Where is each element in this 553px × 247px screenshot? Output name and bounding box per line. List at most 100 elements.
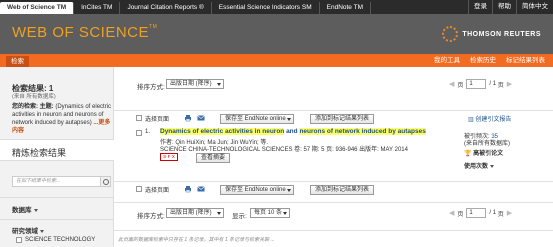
chevron-down-icon [40,229,44,233]
save-endnote-button[interactable]: 保存至 EndNote online [220,114,294,124]
save-endnote-label: 保存至 EndNote online [225,116,286,122]
usage-count[interactable]: 使用次数 [464,161,495,170]
help-link[interactable]: 帮助 [492,0,516,14]
research-area-filter[interactable]: 研究领域 [12,225,44,235]
page-label-bottom: 页 [457,211,464,218]
select-page-checkbox-bottom[interactable] [136,186,142,192]
refine-title: 精炼检索结果 [12,148,67,158]
select-page-label-bottom: 选择页面 [145,188,170,194]
pager-top: ◀ 页 1 / 1 页 ▶ [446,79,515,89]
page-input[interactable]: 1 [466,79,487,89]
chevron-down-icon [490,164,495,168]
header-banner: WEB OF SCIENCETM THOMSON REUTERS [0,14,553,54]
sort-label-bottom: 排序方式: [137,213,165,220]
divider [0,219,114,220]
thomson-reuters-logo: THOMSON REUTERS [442,26,541,42]
top-navigation: Web of Science TM InCites TM Journal Cit… [0,0,553,14]
record-checkbox[interactable] [136,130,142,136]
divider [0,197,114,198]
page-of: / [489,81,492,87]
print-icon[interactable] [184,185,192,193]
login-link[interactable]: 登录 [468,0,492,14]
sort-value: 出版日期 (降序) [170,81,212,87]
page-total: 1 [492,81,497,87]
footer-note-text: 此页面的数据库检索中只存在 1 条记录。其中有 1 条记录与检索关联 ... [118,237,275,243]
sub-navigation: 检索 我的工具 检索历史 标记结果列表 [0,54,553,67]
database-label: 数据库 [12,207,32,214]
query-label: 您的检索: 主题: [12,104,54,110]
top-right-links: 登录 帮助 简体中文 [468,0,553,14]
trophy-icon: 🏆 [464,151,472,157]
refine-search-input[interactable]: 在如下结果中检索... [12,176,102,187]
add-to-marked-list-button-bottom[interactable]: 添加到标记结果列表 [310,185,375,195]
pager-bottom: ◀ 页 1 / 1 页 ▶ [446,208,515,218]
create-citation-report[interactable]: ▥ 创建引文报告 [468,114,511,123]
results-main: 排序方式: 出版日期 (降序) ◀ 页 1 / 1 页 ▶ 选择页面 保存至 E… [114,67,553,247]
tab-endnote[interactable]: EndNote TM [320,2,371,14]
prev-page-icon[interactable]: ◀ [449,209,454,217]
sort-bar-bottom: 排序方式: 出版日期 (降序) 显示: 每页 10 条 ◀ 页 1 / 1 页 … [114,202,553,224]
add-marked-label-bottom: 添加到标记结果列表 [315,187,370,193]
email-icon[interactable] [197,114,205,122]
highly-cited-badge[interactable]: 🏆 高被引论文 [464,148,503,157]
sort-bar: 排序方式: 出版日期 (降序) ◀ 页 1 / 1 页 ▶ [114,76,553,96]
logo-text: WEB OF SCIENCE [12,24,150,41]
highly-cited-label: 高被引论文 [473,151,504,157]
email-icon[interactable] [197,185,205,193]
search-history-link[interactable]: 检索历史 [470,54,496,67]
view-abstract-label: 查看摘要 [201,155,226,161]
research-area-option-label: SCIENCE TECHNOLOGY [25,237,96,243]
page-label: 页 [457,82,464,89]
sort-dropdown-bottom[interactable]: 出版日期 (降序) [166,208,224,218]
results-toolbar-bottom: 选择页面 保存至 EndNote online 添加到标记结果列表 [114,181,553,197]
record-number: 1. [145,129,151,135]
sort-dropdown[interactable]: 出版日期 (降序) [166,79,224,89]
tab-web-of-science[interactable]: Web of Science TM [0,2,75,14]
title-part-1: Dynamics of electric activities in neuro… [160,128,285,135]
display-label: 显示: [232,213,247,220]
add-to-marked-list-button[interactable]: 添加到标记结果列表 [310,114,375,124]
chart-icon: ▥ [468,117,474,123]
thomson-reuters-mark-icon [442,26,459,42]
view-abstract-button[interactable]: 查看摘要 [196,153,231,163]
page-input-bottom[interactable]: 1 [466,208,487,218]
search-icon[interactable] [100,176,111,187]
page-suffix: 页 [497,82,504,89]
select-page-checkbox[interactable] [136,115,142,121]
footer-note: 此页面的数据库检索中只存在 1 条记录。其中有 1 条记录与检索关联 ... [114,230,553,247]
tab-incites[interactable]: InCites TM [74,2,121,14]
research-area-option[interactable]: SCIENCE TECHNOLOGY [16,237,95,243]
print-icon[interactable] [184,114,192,122]
search-query: 您的检索: 主题: (Dynamics of electric activiti… [12,103,112,135]
results-toolbar-top: 选择页面 保存至 EndNote online 添加到标记结果列表 ▥ 创建引文… [114,110,553,126]
web-of-science-logo[interactable]: WEB OF SCIENCETM [12,24,157,41]
title-part-2: and [284,128,300,135]
usage-label: 使用次数 [464,164,489,170]
my-tools-link[interactable]: 我的工具 [434,54,460,67]
cited-source-label: (来自所有数据库) [464,141,510,147]
page-size-dropdown[interactable]: 每页 10 条 [250,208,290,218]
sfx-badge[interactable]: S·F·X [160,153,178,161]
publisher-name: THOMSON REUTERS [462,30,541,38]
tab-journal-citation-reports[interactable]: Journal Citation Reports ® [120,2,212,14]
research-area-label: 研究领域 [12,228,38,235]
page-suffix-bottom: 页 [497,211,504,218]
results-source: (来自 所有数据库) [12,94,56,100]
select-page-label: 选择页面 [145,117,170,123]
display-value: 每页 10 条 [254,210,283,216]
search-tab[interactable]: 检索 [6,56,29,67]
research-area-checkbox[interactable] [16,237,22,243]
marked-list-link[interactable]: 标记结果列表 [506,54,545,67]
save-endnote-button-bottom[interactable]: 保存至 EndNote online [220,185,294,195]
save-endnote-label-bottom: 保存至 EndNote online [225,187,286,193]
record-title-link[interactable]: Dynamics of electric activities in neuro… [160,128,426,135]
database-filter[interactable]: 数据库 [12,204,38,214]
next-page-icon[interactable]: ▶ [507,209,512,217]
sort-value-bottom: 出版日期 (降序) [170,210,212,216]
next-page-icon[interactable]: ▶ [507,80,512,88]
create-citation-label: 创建引文报告 [475,117,512,123]
language-selector[interactable]: 简体中文 [516,0,553,14]
tab-essential-science-indicators[interactable]: Essential Science Indicators SM [212,2,320,14]
logo-tm: TM [149,24,158,30]
prev-page-icon[interactable]: ◀ [449,80,454,88]
